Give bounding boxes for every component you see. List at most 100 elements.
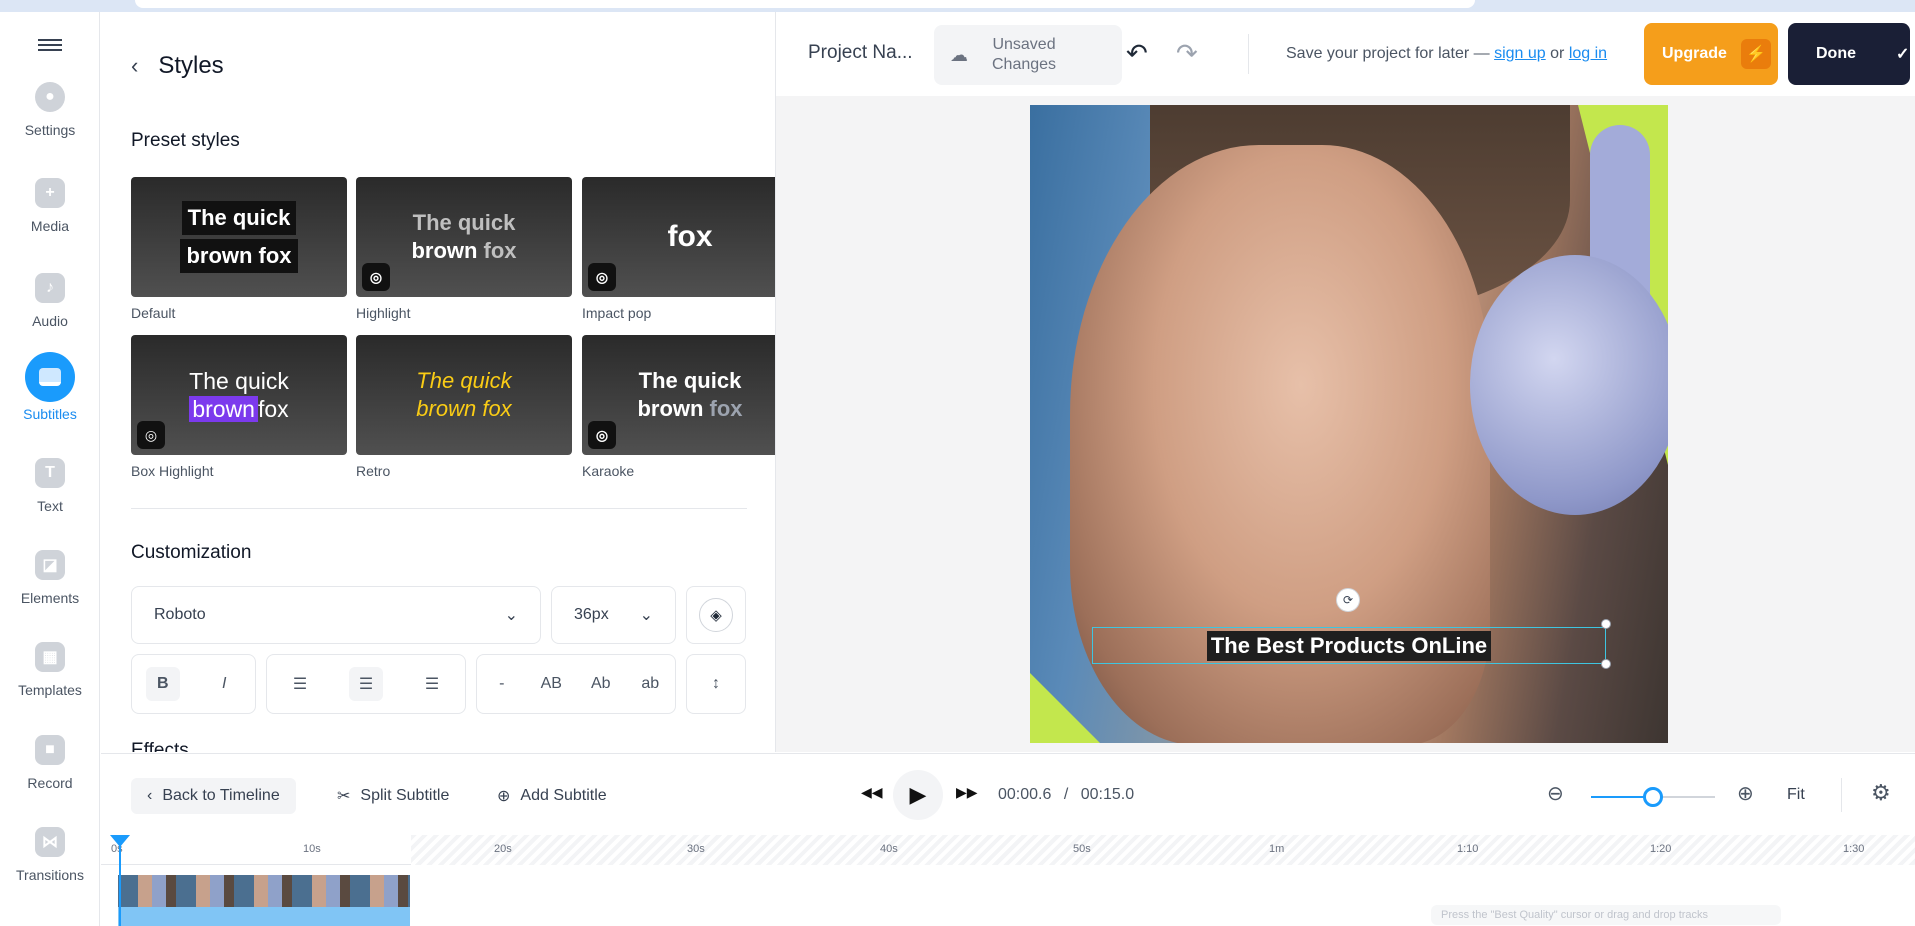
rail-item-elements[interactable]: ◪ Elements: [0, 550, 100, 630]
log-in-link[interactable]: log in: [1569, 45, 1607, 62]
done-button[interactable]: Done ✓: [1788, 23, 1910, 85]
preset-default[interactable]: The quick brown fox Default: [131, 177, 347, 321]
rail-item-media[interactable]: + Media: [0, 178, 100, 258]
template-icon: ▦: [35, 642, 65, 672]
undo-icon[interactable]: ↶: [1126, 38, 1148, 69]
done-label: Done: [1816, 45, 1856, 62]
text-color-button[interactable]: ◈: [686, 586, 746, 644]
animation-icon: ◎: [588, 263, 616, 291]
gear-icon[interactable]: ⚙: [1871, 780, 1891, 806]
tick-label: 1:30: [1843, 843, 1865, 855]
preset-impact-pop[interactable]: fox ◎ Impact pop: [582, 177, 775, 321]
add-subtitle-button[interactable]: ⊕ Add Subtitle: [481, 778, 623, 814]
line-height-button[interactable]: ↕: [686, 654, 746, 714]
chevron-left-icon: ‹: [147, 787, 153, 804]
plus-circle-icon: ⊕: [497, 788, 511, 805]
customization-title: Customization: [131, 542, 252, 563]
lowercase-button[interactable]: ab: [633, 667, 667, 701]
preset-retro[interactable]: The quick brown fox Retro: [356, 335, 572, 479]
effects-title: Effects: [131, 740, 189, 752]
fast-forward-icon[interactable]: ▶▶: [956, 784, 978, 801]
rail-item-templates[interactable]: ▦ Templates: [0, 642, 100, 722]
video-preview[interactable]: ⟳ The Best Products OnLine: [1030, 105, 1668, 743]
camera-icon: ■: [35, 735, 65, 765]
animation-icon: ◎: [588, 421, 616, 449]
upgrade-button[interactable]: Upgrade ⚡: [1644, 23, 1778, 85]
resize-handle[interactable]: [1601, 619, 1611, 629]
italic-button[interactable]: I: [207, 667, 241, 701]
chevron-down-icon: ⌄: [639, 607, 653, 624]
sign-up-link[interactable]: sign up: [1494, 45, 1546, 62]
rail-label: Record: [27, 775, 73, 791]
current-time: 00:00.6: [998, 786, 1052, 803]
headphone: [1470, 255, 1668, 515]
rail-item-transitions[interactable]: ⋈ Transitions: [0, 827, 100, 907]
menu-icon[interactable]: [38, 36, 62, 56]
rail-item-settings[interactable]: ● Settings: [0, 82, 100, 162]
style-group: B I: [131, 654, 256, 714]
playhead[interactable]: [110, 835, 130, 926]
rewind-icon[interactable]: ◀◀: [861, 784, 883, 801]
uppercase-button[interactable]: AB: [534, 667, 568, 701]
address-bar[interactable]: [135, 0, 1475, 8]
align-group: ☰ ☰ ☰: [266, 654, 466, 714]
font-size-value: 36px: [574, 606, 609, 623]
rail-item-record[interactable]: ■ Record: [0, 735, 100, 815]
timeline[interactable]: 0s 10s 20s 30s 40s 50s 1m 1:10 1:20 1:30…: [101, 835, 1915, 926]
time-display: 00:00.6 / 00:15.0: [998, 786, 1134, 804]
bold-button[interactable]: B: [145, 667, 180, 701]
preset-text: brown: [411, 238, 484, 263]
preset-karaoke[interactable]: The quick brown fox ◎ Karaoke: [582, 335, 775, 479]
zoom-in-icon[interactable]: ⊕: [1737, 781, 1754, 806]
project-name[interactable]: Project Na...: [808, 42, 913, 64]
preset-text: fox: [667, 220, 713, 253]
fit-button[interactable]: Fit: [1787, 786, 1805, 804]
preset-label: Karaoke: [582, 463, 635, 479]
back-to-timeline-button[interactable]: ‹ Back to Timeline: [131, 778, 296, 814]
split-subtitle-button[interactable]: ✂ Split Subtitle: [321, 778, 465, 814]
redo-icon[interactable]: ↷: [1176, 38, 1198, 69]
lightning-icon: ⚡: [1740, 39, 1771, 69]
play-button[interactable]: ▶: [893, 770, 943, 820]
rail-label: Settings: [24, 122, 76, 138]
preset-highlight[interactable]: The quick brown fox ◎ Highlight: [356, 177, 572, 321]
preset-text: The quick: [189, 368, 289, 394]
font-size-select[interactable]: 36px ⌄: [551, 586, 676, 644]
align-left-icon[interactable]: ☰: [283, 667, 317, 701]
case-none-button[interactable]: -: [485, 667, 519, 701]
timeline-hint: Press the "Best Quality" cursor or drag …: [1431, 905, 1781, 925]
tick-label: 1m: [1269, 843, 1285, 855]
preset-box-highlight[interactable]: The quick brown fox ◎ Box Highlight: [131, 335, 347, 479]
tick-label: 30s: [687, 843, 705, 855]
zoom-slider[interactable]: [1591, 787, 1715, 807]
zoom-slider-knob[interactable]: [1643, 787, 1663, 807]
browser-strip: [0, 0, 1915, 12]
time-separator: /: [1063, 786, 1069, 803]
playback-controls: ‹ Back to Timeline ✂ Split Subtitle ⊕ Ad…: [101, 753, 1915, 835]
rail-item-audio[interactable]: ♪ Audio: [0, 273, 100, 353]
align-right-icon[interactable]: ☰: [415, 667, 449, 701]
upgrade-label: Upgrade: [1662, 45, 1727, 62]
align-center-icon[interactable]: ☰: [349, 667, 383, 701]
cloud-off-icon: ☁: [950, 44, 968, 65]
rotate-handle-icon[interactable]: ⟳: [1336, 588, 1360, 612]
lime-shape: [1030, 673, 1100, 743]
preset-text: fox: [257, 396, 289, 422]
titlecase-button[interactable]: Ab: [584, 667, 618, 701]
font-family-select[interactable]: Roboto ⌄: [131, 586, 541, 644]
back-chevron-icon[interactable]: ‹: [131, 53, 138, 79]
preset-text: fox: [709, 396, 743, 421]
resize-handle[interactable]: [1601, 659, 1611, 669]
rail-label: Media: [30, 218, 70, 234]
font-value: Roboto: [154, 606, 206, 623]
rail-item-text[interactable]: T Text: [0, 458, 100, 538]
video-clip[interactable]: [118, 875, 410, 926]
rail-item-subtitles[interactable]: Subtitles: [0, 352, 100, 432]
unsaved-line: Changes: [992, 56, 1057, 73]
subtitle-track[interactable]: [118, 907, 410, 926]
subtitle-selection[interactable]: The Best Products OnLine: [1092, 627, 1606, 664]
rail-label: Audio: [32, 313, 68, 329]
preset-label: Retro: [356, 463, 391, 479]
tick-label: 1:10: [1457, 843, 1479, 855]
zoom-out-icon[interactable]: ⊖: [1547, 781, 1564, 806]
